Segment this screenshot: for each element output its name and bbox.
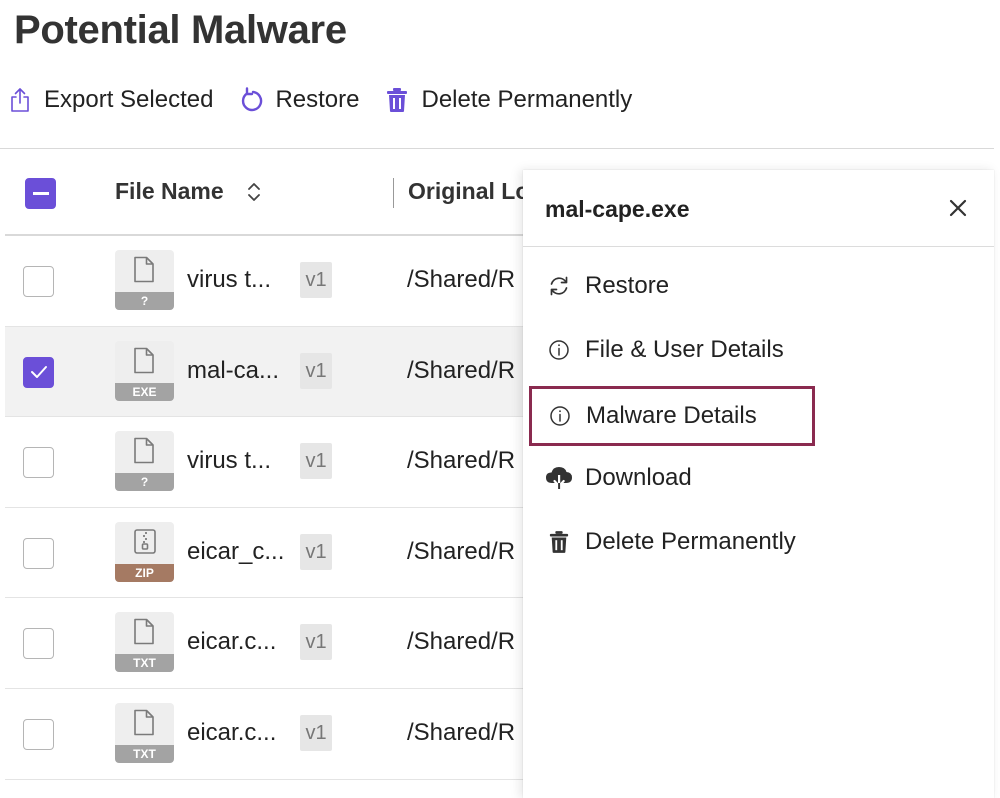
column-original-location[interactable]: Original Lo [408,178,529,205]
document-icon [133,256,155,288]
zip-file-icon: ZIP [115,521,174,582]
menu-item-download[interactable]: Download [531,448,813,508]
document-icon [133,709,155,741]
file-icon: TXT [115,612,174,673]
file-extension-badge: ? [115,292,174,310]
original-location: /Shared/R [407,266,516,293]
row-checkbox[interactable] [23,447,54,479]
version-badge: v1 [300,262,332,298]
file-extension-badge: TXT [115,744,174,763]
sort-icon[interactable] [246,180,262,204]
file-name[interactable]: virus t... [187,266,271,294]
check-icon [30,366,47,379]
info-icon [546,402,574,430]
table-row[interactable]: EXE mal-ca... v1/Shared/R [5,326,525,418]
table-row[interactable]: ? virus t... v1/Shared/R [5,417,525,508]
trash-icon [545,528,573,556]
file-table: File Name Original Lo ? virus t... v1/Shar… [5,150,529,780]
select-all-checkbox[interactable] [25,178,56,209]
export-selected-label: Export Selected [44,86,214,113]
file-icon: EXE [115,340,174,401]
restore-icon [545,272,573,300]
menu-item-label: Malware Details [586,402,757,429]
file-extension-badge: ? [115,473,174,492]
panel-header: mal-cape.exe [523,170,994,247]
file-name[interactable]: eicar.c... [187,628,276,656]
restore-button[interactable]: Restore [237,80,359,120]
menu-item-label: Restore [585,272,670,299]
share-upload-icon [6,86,34,114]
document-icon [133,347,155,379]
menu-item-label: Download [585,464,692,491]
menu-item-restore[interactable]: Restore [531,256,813,316]
row-checkbox[interactable] [23,718,54,750]
toolbar: Export Selected Restore Delete Permanent… [6,80,656,120]
page-title: Potential Malware [14,8,347,52]
table-row[interactable]: ? virus t... v1/Shared/R [5,236,525,327]
file-name[interactable]: mal-ca... [187,357,279,385]
version-badge: v1 [300,624,332,661]
row-checkbox[interactable] [23,356,54,388]
file-extension-badge: EXE [115,382,174,401]
file-icon: ? [115,250,174,310]
menu-item-label: Delete Permanently [585,528,796,555]
minus-icon [32,191,49,195]
panel-title: mal-cape.exe [545,196,690,222]
row-checkbox[interactable] [23,537,54,569]
file-name[interactable]: eicar.c... [187,719,276,747]
menu-item-malware-details[interactable]: Malware Details [529,386,815,446]
document-icon [133,528,157,560]
document-icon [133,618,155,650]
file-name[interactable]: virus t... [187,447,271,475]
file-name[interactable]: eicar_c... [187,538,284,566]
cloud-download-icon [545,464,573,492]
info-icon [545,336,573,364]
file-extension-badge: TXT [115,654,174,673]
version-badge: v1 [300,714,332,751]
original-location: /Shared/R [407,537,516,565]
table-row[interactable]: ZIP eicar_c... v1/Shared/R [5,508,525,599]
column-file-name-label: File Name [115,178,224,204]
version-badge: v1 [300,533,332,570]
row-checkbox[interactable] [23,266,54,297]
original-location: /Shared/R [407,628,516,656]
menu-item-file-user-details[interactable]: File & User Details [531,320,813,380]
toolbar-divider [0,148,994,149]
table-header: File Name Original Lo [5,150,529,236]
row-checkbox[interactable] [23,628,54,660]
table-row[interactable]: TXT eicar.c... v1/Shared/R [5,598,525,689]
file-icon: ? [115,431,174,492]
table-row[interactable]: TXT eicar.c... v1/Shared/R [5,689,525,780]
original-location: /Shared/R [407,356,516,384]
column-file-name[interactable]: File Name [115,178,262,205]
original-location: /Shared/R [407,447,516,475]
document-icon [133,437,155,469]
trash-icon [383,86,411,114]
delete-permanently-button[interactable]: Delete Permanently [383,80,632,120]
restore-label: Restore [275,86,360,113]
file-icon: TXT [115,702,174,763]
menu-item-delete-permanently[interactable]: Delete Permanently [531,512,813,572]
menu-item-label: File & User Details [585,336,784,363]
file-extension-badge: ZIP [115,563,174,582]
close-icon [949,199,967,217]
delete-permanently-label: Delete Permanently [421,86,633,113]
version-badge: v1 [300,352,332,389]
original-location: /Shared/R [407,718,516,746]
column-separator[interactable] [393,178,394,208]
export-selected-button[interactable]: Export Selected [6,80,213,120]
restore-icon [237,86,265,114]
file-actions-panel: mal-cape.exe Restore File & User Details… [523,170,994,798]
close-button[interactable] [946,196,970,220]
version-badge: v1 [300,443,332,480]
